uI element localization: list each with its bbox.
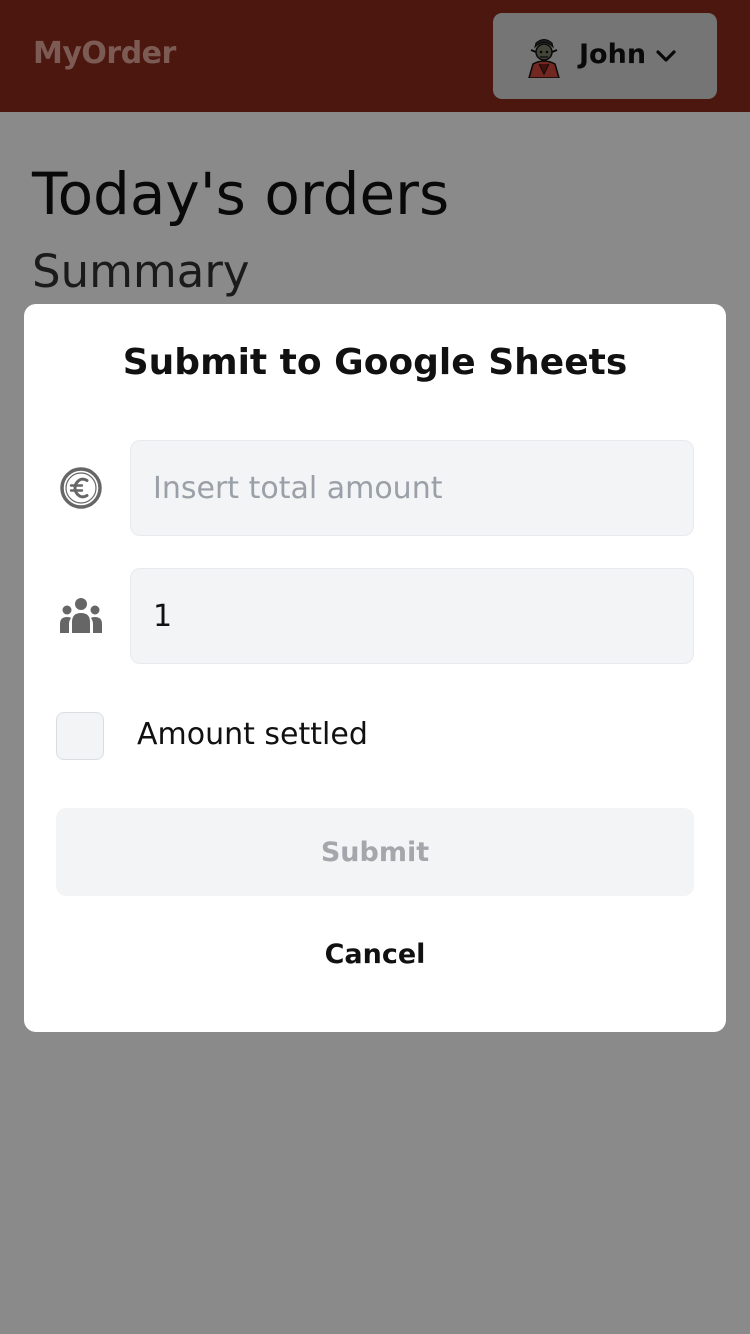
amount-settled-label[interactable]: Amount settled bbox=[137, 717, 368, 752]
euro-icon bbox=[60, 467, 102, 509]
amount-settled-checkbox[interactable] bbox=[56, 712, 104, 760]
submit-dialog: Submit to Google Sheets Amount settled S… bbox=[24, 304, 726, 1032]
cancel-button[interactable]: Cancel bbox=[275, 928, 475, 980]
dialog-title: Submit to Google Sheets bbox=[122, 342, 628, 383]
people-count-input[interactable] bbox=[130, 568, 694, 664]
total-amount-input[interactable] bbox=[130, 440, 694, 536]
submit-button[interactable]: Submit bbox=[56, 808, 694, 896]
people-icon bbox=[60, 598, 102, 633]
